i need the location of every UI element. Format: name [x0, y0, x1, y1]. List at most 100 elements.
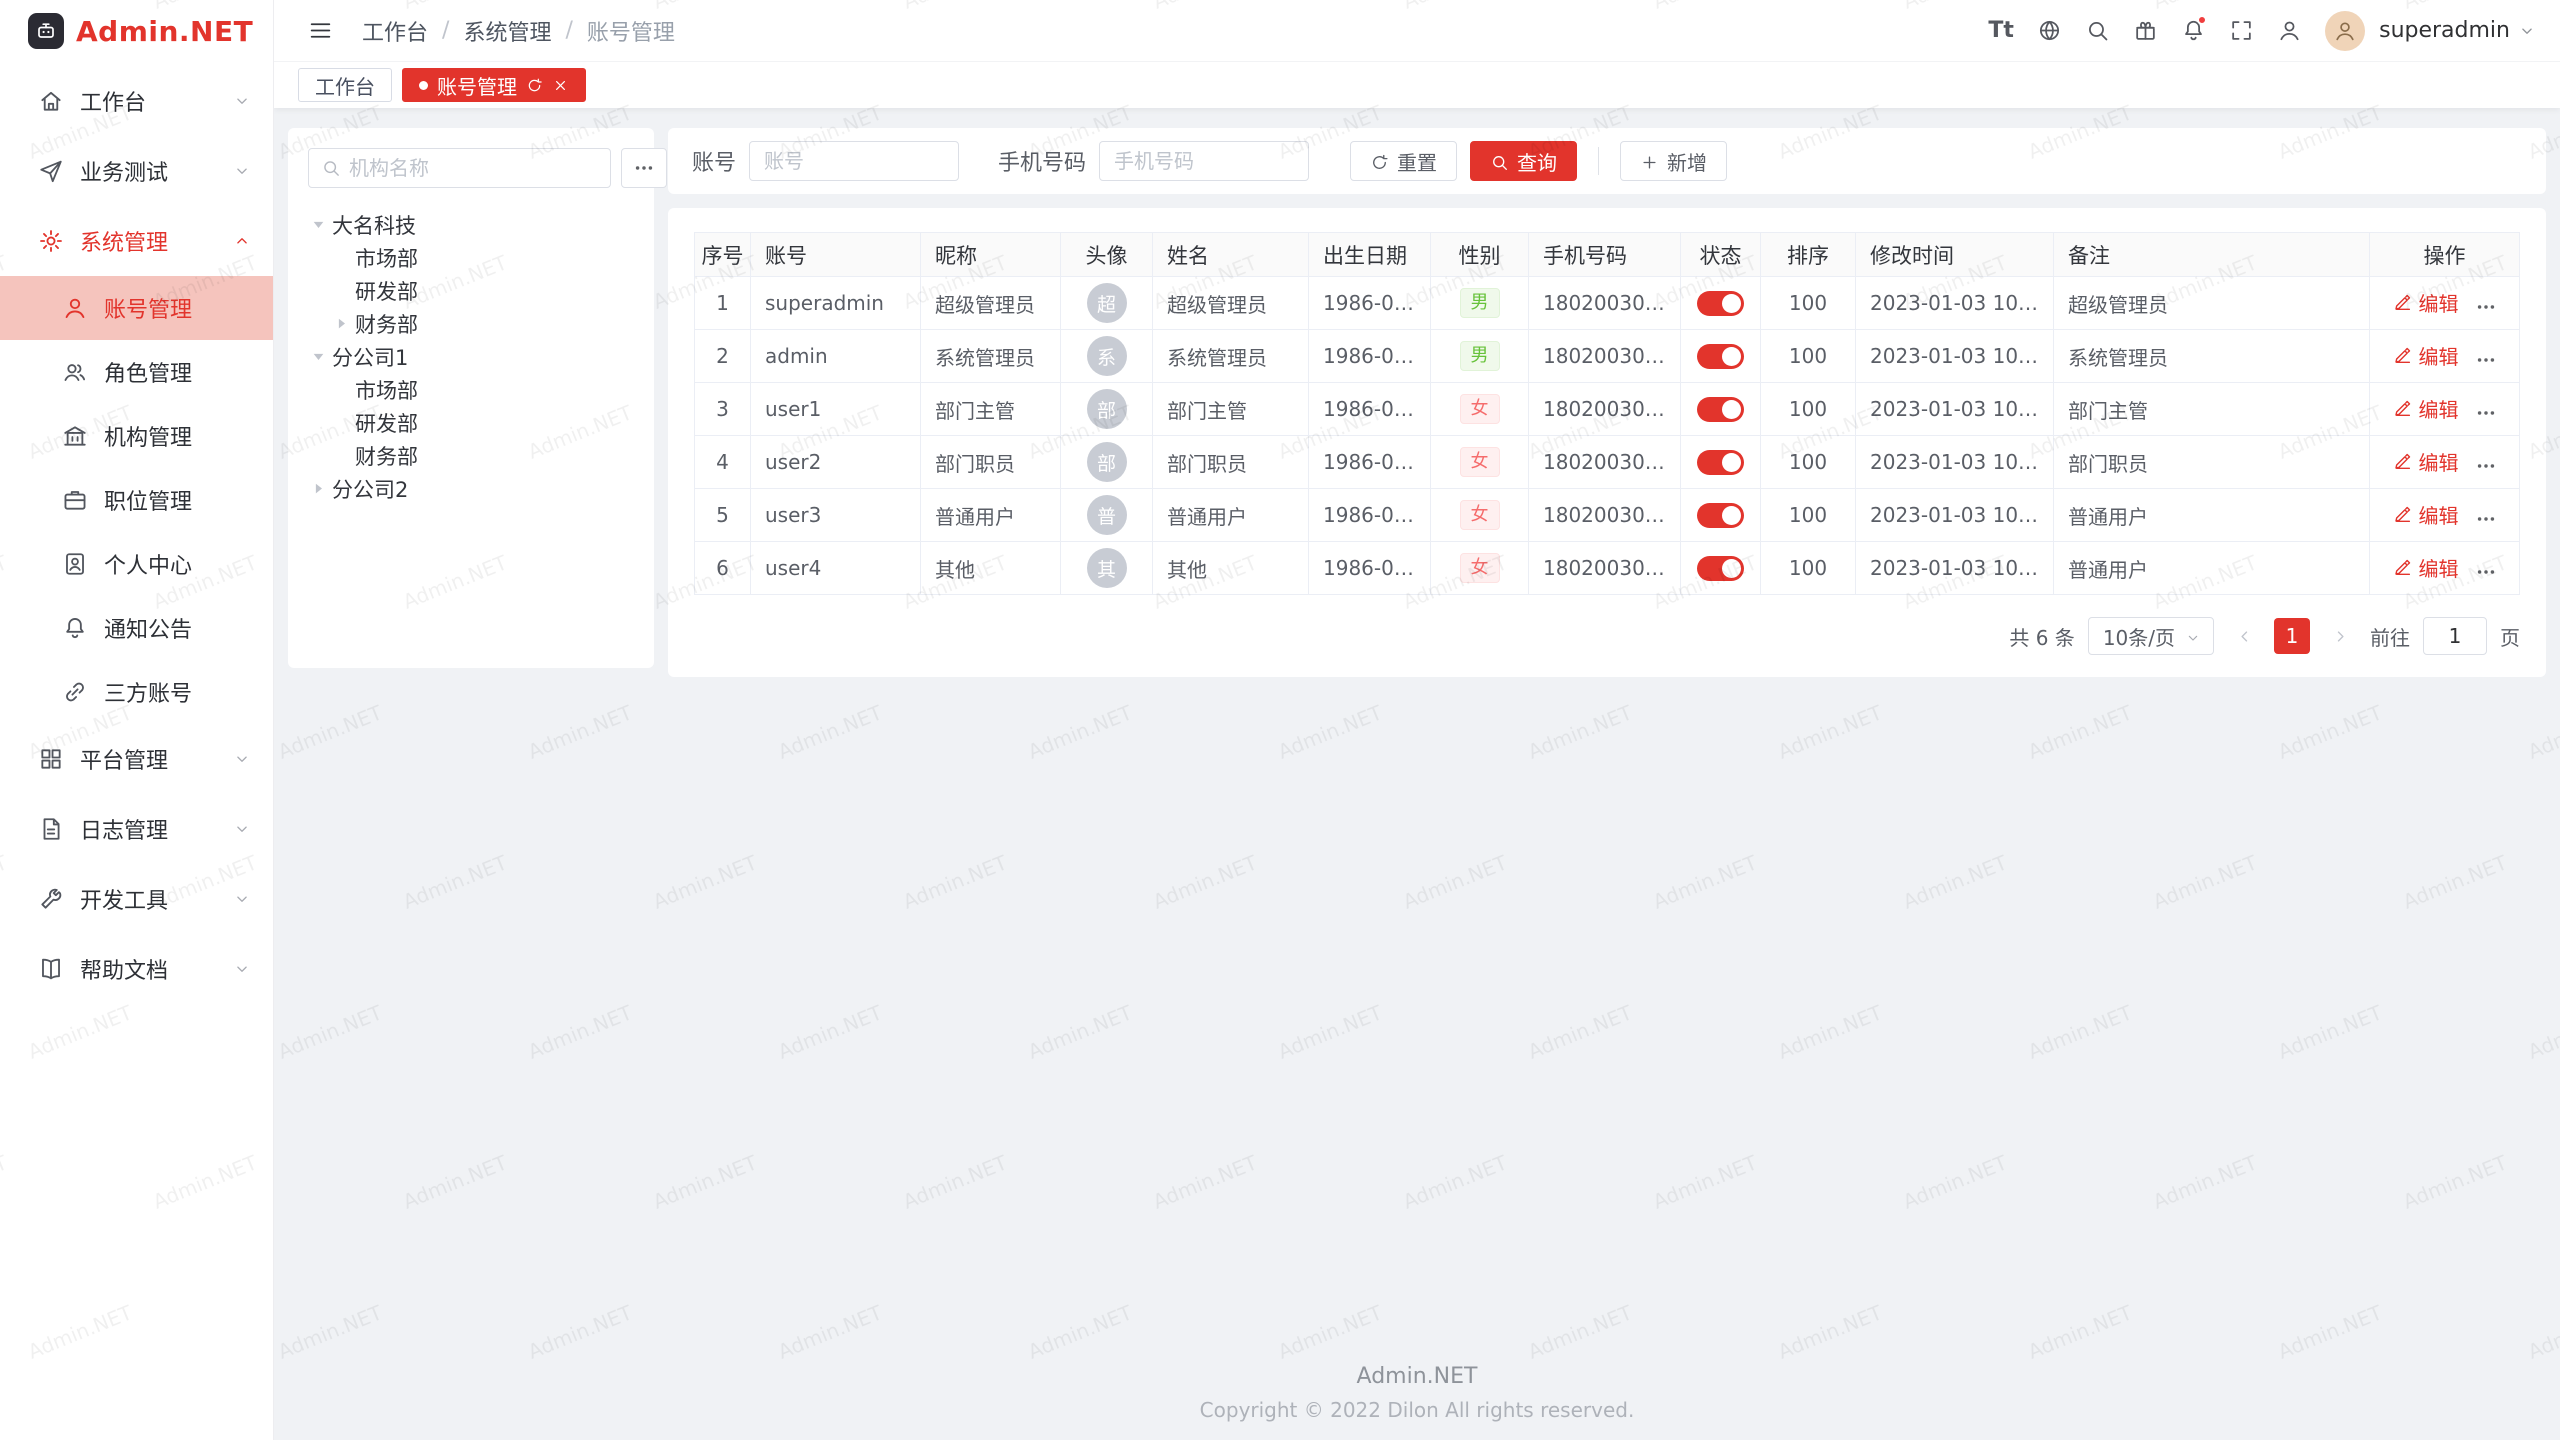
more-actions-button[interactable] [2475, 455, 2497, 477]
pagination: 共 6 条 10条/页 1 前往 页 [694, 617, 2520, 655]
sidebar-item-business-test[interactable]: 业务测试 [0, 136, 273, 206]
table-header-row: 序号账号昵称头像姓名出生日期性别手机号码状态排序修改时间备注操作 [695, 233, 2520, 277]
tree-node[interactable]: 研发部 [308, 406, 634, 439]
sidebar-item-personal-center[interactable]: 个人中心 [0, 532, 273, 596]
sidebar-item-position-management[interactable]: 职位管理 [0, 468, 273, 532]
remark-text: 部门职员 [2068, 452, 2148, 476]
caret-down-icon[interactable] [308, 346, 329, 367]
tree-node[interactable]: 财务部 [308, 307, 634, 340]
edit-button[interactable]: 编辑 [2393, 500, 2459, 529]
header-actions: Tt superadmin [1979, 9, 2536, 53]
status-toggle[interactable] [1697, 503, 1744, 528]
user-center-icon[interactable] [2267, 9, 2311, 53]
tab-workbench[interactable]: 工作台 [298, 68, 392, 102]
tree-node[interactable]: 大名科技 [308, 208, 634, 241]
sidebar-item-notice[interactable]: 通知公告 [0, 596, 273, 660]
cell-name: 超级管理员 [1153, 277, 1309, 330]
prev-page-button[interactable] [2227, 619, 2261, 653]
status-toggle[interactable] [1697, 291, 1744, 316]
hamburger-menu-icon[interactable] [298, 9, 342, 53]
username[interactable]: superadmin [2379, 18, 2510, 43]
sidebar-item-account-management[interactable]: 账号管理 [0, 276, 273, 340]
more-actions-button[interactable] [2475, 561, 2497, 583]
tree-node[interactable]: 市场部 [308, 241, 634, 274]
status-toggle[interactable] [1697, 344, 1744, 369]
tree-node[interactable]: 市场部 [308, 373, 634, 406]
sidebar-item-third-party-account[interactable]: 三方账号 [0, 660, 273, 724]
cell-phone: 18020030720 [1529, 330, 1681, 383]
table-row: 2admin系统管理员系系统管理员1986-06-28男180200307201… [695, 330, 2520, 383]
cell-nickname: 其他 [921, 542, 1061, 595]
nickname-text: 部门职员 [935, 452, 1015, 476]
breadcrumb-item[interactable]: 工作台 [362, 15, 428, 47]
sidebar-item-system-management[interactable]: 系统管理 [0, 206, 273, 276]
add-button[interactable]: 新增 [1620, 141, 1727, 181]
chevron-down-icon [233, 890, 251, 908]
sidebar-item-role-management[interactable]: 角色管理 [0, 340, 273, 404]
caret-down-icon[interactable] [308, 214, 329, 235]
sidebar-item-dev-tools[interactable]: 开发工具 [0, 864, 273, 934]
reset-button[interactable]: 重置 [1350, 141, 1457, 181]
cell-actions: 编辑 [2370, 542, 2520, 595]
sidebar-item-org-management[interactable]: 机构管理 [0, 404, 273, 468]
font-size-icon[interactable]: Tt [1979, 9, 2023, 53]
tree-node[interactable]: 研发部 [308, 274, 634, 307]
account-input[interactable] [749, 141, 959, 181]
more-actions-button[interactable] [2475, 508, 2497, 530]
search-icon[interactable] [2075, 9, 2119, 53]
tree-node[interactable]: 分公司2 [308, 472, 634, 505]
row-index: 4 [716, 450, 729, 474]
status-toggle[interactable] [1697, 450, 1744, 475]
status-toggle[interactable] [1697, 556, 1744, 581]
sidebar-item-help-docs[interactable]: 帮助文档 [0, 934, 273, 1004]
phone-text: 18020030720 [1543, 503, 1681, 527]
more-actions-button[interactable] [2475, 402, 2497, 424]
org-more-button[interactable] [621, 148, 667, 188]
caret-right-icon[interactable] [308, 478, 329, 499]
chevron-down-icon [233, 960, 251, 978]
fullscreen-icon[interactable] [2219, 9, 2263, 53]
edit-label: 编辑 [2419, 553, 2459, 582]
cell-remark: 超级管理员 [2054, 277, 2370, 330]
breadcrumb-item[interactable]: 账号管理 [587, 15, 675, 47]
page-size-value: 10条/页 [2103, 622, 2175, 651]
search-button[interactable]: 查询 [1470, 141, 1577, 181]
cell-avatar: 超 [1061, 277, 1153, 330]
sidebar: Admin.NET 工作台业务测试系统管理账号管理角色管理机构管理职位管理个人中… [0, 0, 274, 1440]
edit-button[interactable]: 编辑 [2393, 394, 2459, 423]
tree-node[interactable]: 分公司1 [308, 340, 634, 373]
sidebar-item-platform-management[interactable]: 平台管理 [0, 724, 273, 794]
tab-active-dot [419, 81, 428, 90]
breadcrumb-item[interactable]: 系统管理 [463, 15, 551, 47]
edit-button[interactable]: 编辑 [2393, 553, 2459, 582]
page-number-1[interactable]: 1 [2274, 618, 2310, 654]
phone-input[interactable] [1099, 141, 1309, 181]
status-toggle[interactable] [1697, 397, 1744, 422]
cell-actions: 编辑 [2370, 383, 2520, 436]
home-icon [38, 88, 64, 114]
refresh-icon[interactable] [526, 77, 543, 94]
org-search-input[interactable] [349, 156, 598, 180]
caret-right-icon[interactable] [331, 313, 352, 334]
goto-page-input[interactable] [2423, 617, 2487, 655]
edit-button[interactable]: 编辑 [2393, 288, 2459, 317]
theme-icon[interactable] [2123, 9, 2167, 53]
language-icon[interactable] [2027, 9, 2071, 53]
user-avatar[interactable] [2325, 11, 2365, 51]
notification-icon[interactable] [2171, 9, 2215, 53]
more-actions-button[interactable] [2475, 296, 2497, 318]
edit-button[interactable]: 编辑 [2393, 341, 2459, 370]
edit-button[interactable]: 编辑 [2393, 447, 2459, 476]
tree-node[interactable]: 财务部 [308, 439, 634, 472]
close-icon[interactable] [552, 77, 569, 94]
next-page-button[interactable] [2323, 619, 2357, 653]
toggle-knob [1722, 559, 1741, 578]
sidebar-item-workbench[interactable]: 工作台 [0, 66, 273, 136]
chevron-down-icon[interactable] [2518, 22, 2536, 40]
sidebar-item-log-management[interactable]: 日志管理 [0, 794, 273, 864]
plus-icon [1640, 149, 1659, 173]
column-header-9: 排序 [1761, 233, 1856, 277]
page-size-select[interactable]: 10条/页 [2088, 617, 2214, 655]
more-actions-button[interactable] [2475, 349, 2497, 371]
tab-account-management[interactable]: 账号管理 [402, 68, 586, 102]
